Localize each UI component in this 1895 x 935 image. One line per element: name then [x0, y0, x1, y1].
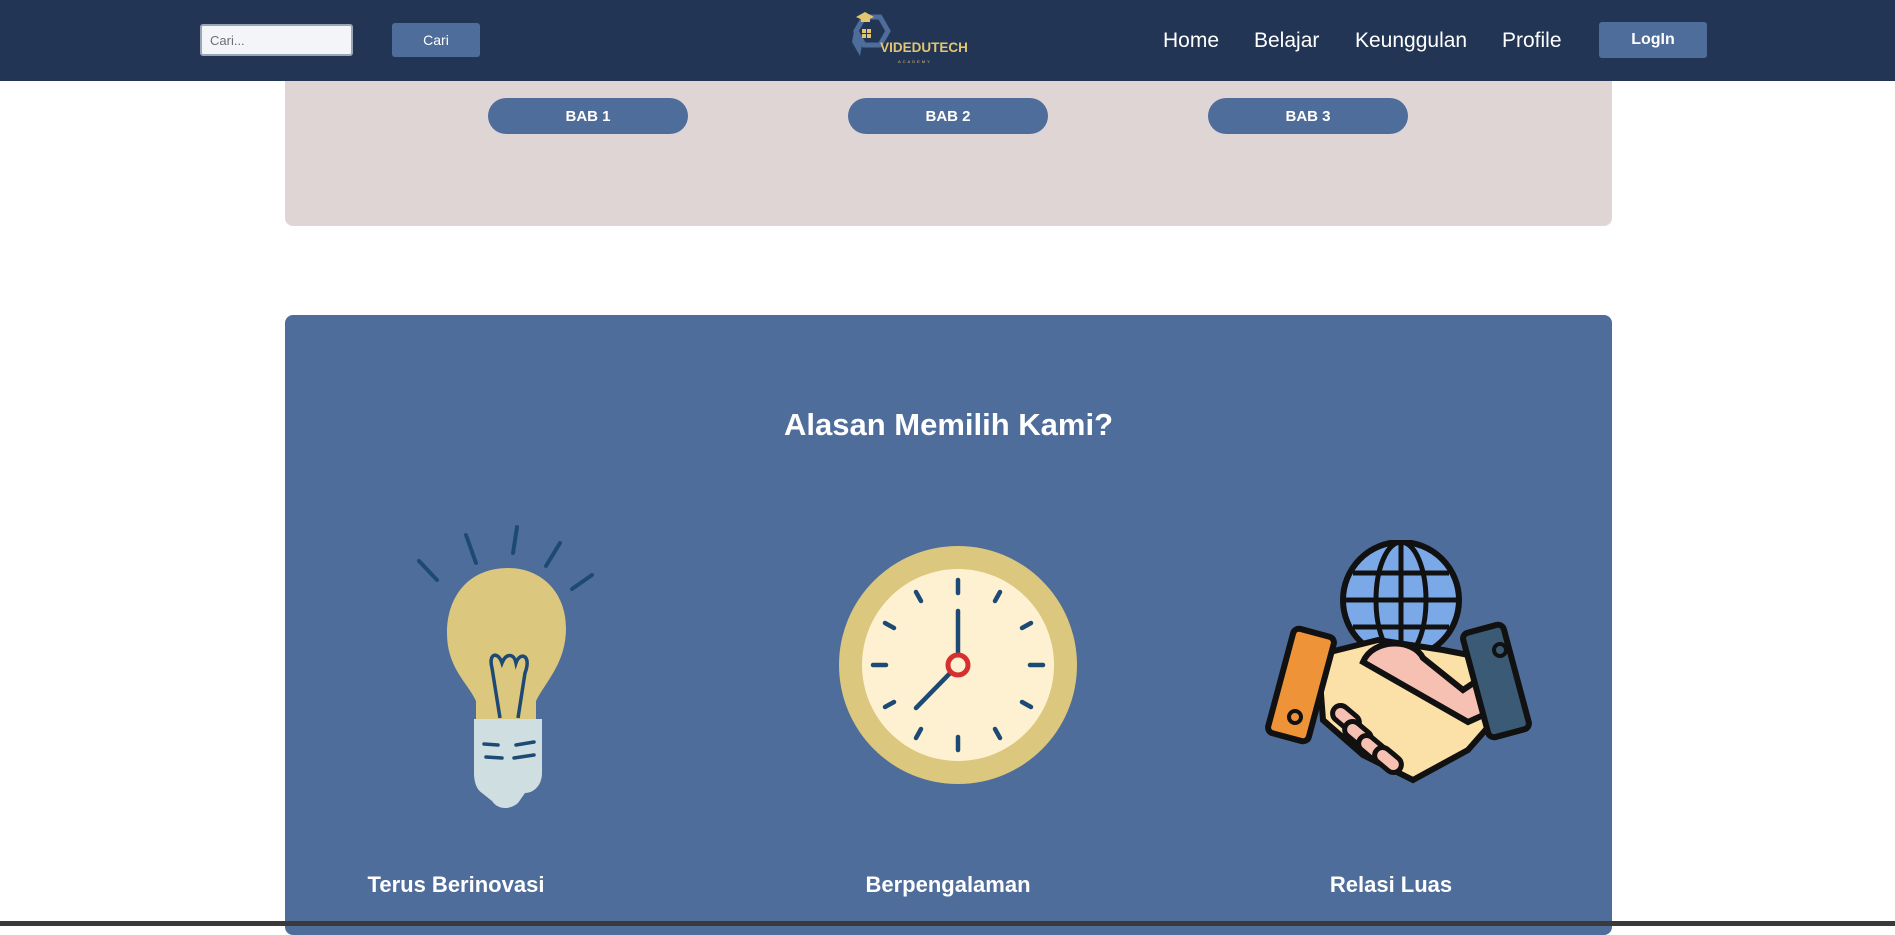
feature-label-experience: Berpengalaman — [865, 872, 1031, 897]
feature-label-relations: Relasi Luas — [1329, 872, 1453, 897]
chapter-button-2[interactable]: BAB 2 — [848, 98, 1048, 134]
lightbulb-icon — [417, 525, 594, 809]
chapter-panel: BAB 1 BAB 2 BAB 3 — [285, 60, 1612, 226]
nav-home[interactable]: Home — [1163, 29, 1219, 53]
nav-profile[interactable]: Profile — [1502, 29, 1562, 53]
clock-icon — [839, 546, 1077, 784]
chapter-button-3[interactable]: BAB 3 — [1208, 98, 1408, 134]
nav-belajar[interactable]: Belajar — [1254, 29, 1319, 53]
logo-text: VIDEDUTECH — [880, 40, 968, 55]
handshake-globe-icon — [1265, 540, 1532, 784]
feature-label-innovation: Terus Berinovasi — [367, 872, 545, 897]
videdutech-logo[interactable]: VIDEDUTECH ACADEMY — [840, 10, 970, 66]
search-input[interactable] — [200, 24, 353, 56]
logo-subtext: ACADEMY — [898, 59, 932, 64]
section-title: Alasan Memilih Kami? — [783, 407, 1114, 442]
chapter-button-1[interactable]: BAB 1 — [488, 98, 688, 134]
nav-keunggulan[interactable]: Keunggulan — [1355, 29, 1467, 53]
reasons-section: Alasan Memilih Kami? Terus Berinovasi Be… — [285, 315, 1612, 935]
bottom-divider — [0, 921, 1895, 926]
top-navbar: Cari VIDEDUTECH ACADEMY Home Belajar Keu… — [0, 0, 1895, 81]
search-button[interactable]: Cari — [392, 23, 480, 57]
login-button[interactable]: LogIn — [1599, 22, 1707, 58]
